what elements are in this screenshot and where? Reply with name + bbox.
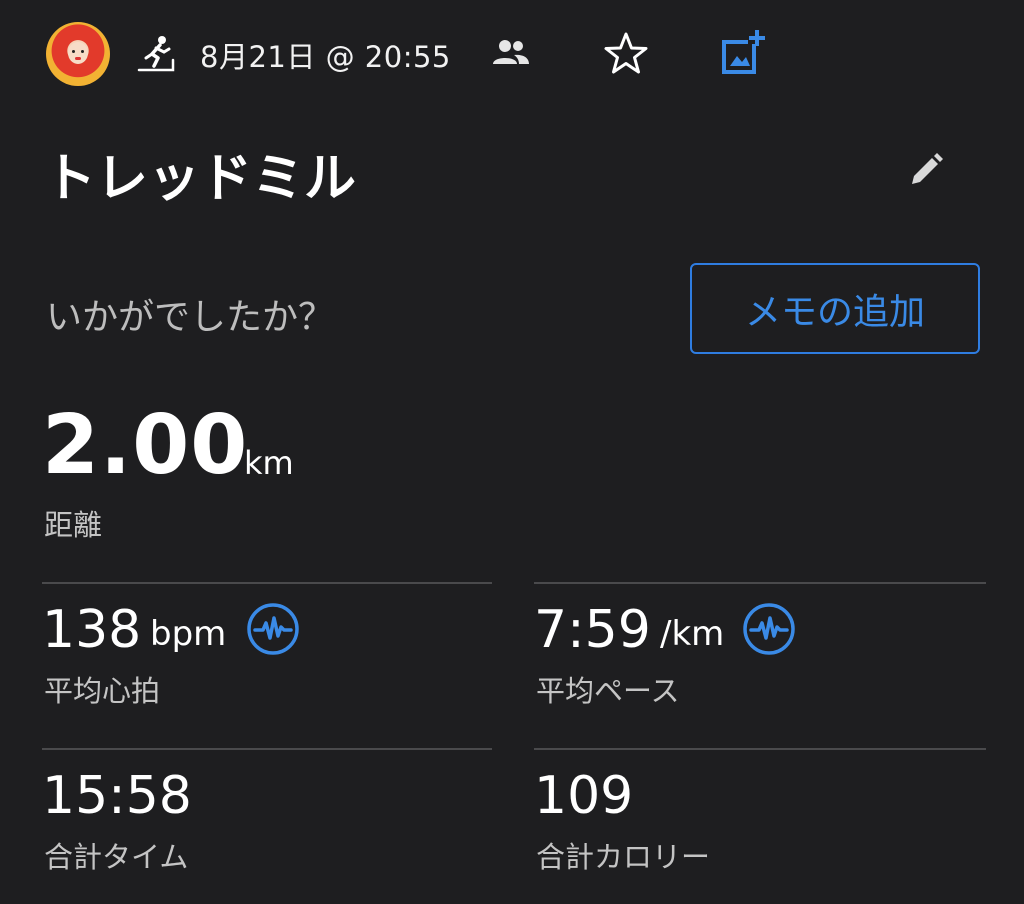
add-photo-icon[interactable] (718, 28, 768, 78)
treadmill-icon (137, 36, 175, 72)
distance-value: 2.00 (42, 398, 249, 493)
total-time-value: 15:58 (42, 766, 192, 826)
people-icon[interactable] (492, 38, 530, 68)
avg-pace-unit: /km (660, 614, 725, 654)
avatar[interactable] (46, 22, 110, 86)
avg-pace-value: 7:59 (534, 600, 651, 660)
avg-pace-label: 平均ペース (536, 674, 680, 708)
divider (534, 748, 986, 750)
feedback-prompt: いかがでしたか？ (46, 297, 335, 338)
distance-label: 距離 (44, 508, 103, 542)
distance-unit: km (244, 444, 294, 482)
total-time-label: 合計タイム (44, 840, 189, 874)
add-memo-button[interactable]: メモの追加 (690, 263, 980, 354)
heart-rate-icon[interactable] (742, 602, 796, 656)
divider (534, 582, 986, 584)
heart-rate-icon[interactable] (246, 602, 300, 656)
avg-heart-rate-value: 138 (42, 600, 142, 660)
divider (42, 582, 492, 584)
total-calories-value: 109 (534, 766, 634, 826)
activity-title: トレッドミル (44, 149, 357, 209)
edit-icon[interactable] (904, 150, 946, 192)
activity-detail-screen: 8月21日 @ 20:55 トレッドミル いかがでしたか？ メモの追加 2.00… (0, 0, 1024, 904)
avg-heart-rate-unit: bpm (150, 614, 227, 654)
activity-date-time: 8月21日 @ 20:55 (200, 40, 451, 74)
divider (42, 748, 492, 750)
star-icon[interactable] (602, 30, 650, 78)
total-calories-label: 合計カロリー (536, 840, 711, 874)
avg-heart-rate-label: 平均心拍 (44, 674, 161, 708)
